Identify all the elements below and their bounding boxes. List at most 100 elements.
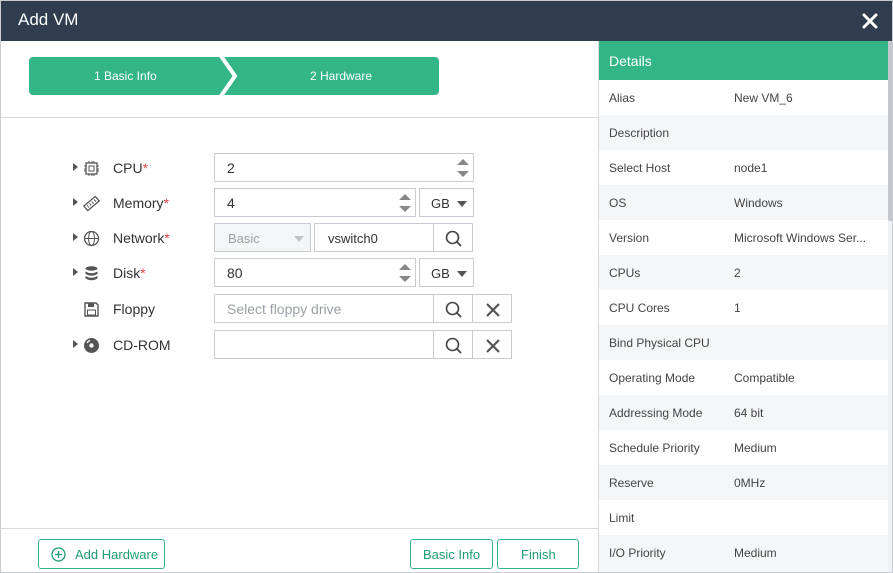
finish-button[interactable]: Finish <box>497 539 579 569</box>
hardware-pane: 1 Basic Info 2 Hardware CPU* 2 Memory* 4… <box>1 41 598 572</box>
memory-label: Memory* <box>113 195 170 211</box>
details-value: Medium <box>734 546 777 560</box>
floppy-icon <box>84 302 99 317</box>
details-row: OS Windows <box>599 185 889 220</box>
cdrom-search-button[interactable] <box>433 330 473 359</box>
scrollbar-thumb[interactable] <box>888 41 892 221</box>
details-key: Alias <box>609 91 636 105</box>
details-key: CPU Cores <box>609 301 670 315</box>
search-icon <box>445 337 462 354</box>
details-key: Description <box>609 126 670 140</box>
details-key: Select Host <box>609 161 671 175</box>
disk-input[interactable]: 80 <box>214 258 416 287</box>
cpu-icon <box>84 161 99 176</box>
stepper-icon[interactable] <box>456 157 470 179</box>
cpu-row: CPU* 2 <box>1 153 598 183</box>
details-key: Addressing Mode <box>609 406 703 420</box>
close-icon <box>486 339 500 353</box>
stepper-icon[interactable] <box>398 262 412 284</box>
details-value: Microsoft Windows Ser... <box>734 231 867 245</box>
details-value: Medium <box>734 441 777 455</box>
details-value: New VM_6 <box>734 91 793 105</box>
network-input[interactable]: vswitch0 <box>314 223 434 252</box>
expand-caret-icon[interactable] <box>73 233 78 241</box>
details-row: Limit <box>599 500 889 535</box>
network-type-select: Basic <box>214 223 311 252</box>
chevron-down-icon <box>294 236 304 242</box>
title-bar: Add VM <box>1 1 892 41</box>
details-value: node1 <box>734 161 768 175</box>
floppy-label: Floppy <box>113 301 156 317</box>
details-value: 2 <box>734 266 741 280</box>
disk-row: Disk* 80 GB <box>1 258 598 288</box>
floppy-clear-button[interactable] <box>472 294 512 323</box>
details-key: CPUs <box>609 266 641 280</box>
dialog-footer: Add Hardware Basic Info Finish <box>1 528 598 572</box>
details-header: Details <box>599 41 892 80</box>
details-key: Reserve <box>609 476 654 490</box>
floppy-input[interactable]: Select floppy drive <box>214 294 434 323</box>
details-key: OS <box>609 196 627 210</box>
memory-input[interactable]: 4 <box>214 188 416 217</box>
memory-row: Memory* 4 GB <box>1 188 598 218</box>
add-vm-dialog: Add VM 1 Basic Info 2 Hardware CPU* 2 Me… <box>0 0 893 573</box>
details-key: Operating Mode <box>609 371 696 385</box>
details-value: Windows <box>734 196 783 210</box>
details-key: I/O Priority <box>609 546 666 560</box>
expand-caret-icon[interactable] <box>73 163 78 171</box>
floppy-row: Floppy Select floppy drive <box>1 294 598 324</box>
details-row: Reserve 0MHz <box>599 465 889 500</box>
details-row: I/O Priority Medium <box>599 535 889 570</box>
details-row: Bind Physical CPU <box>599 325 889 360</box>
details-row: Alias New VM_6 <box>599 80 889 115</box>
details-row: Addressing Mode 64 bit <box>599 395 889 430</box>
cdrom-input[interactable] <box>214 330 434 359</box>
stepper-icon[interactable] <box>398 192 412 214</box>
memory-unit-select[interactable]: GB <box>419 188 474 217</box>
cpu-label: CPU* <box>113 160 149 176</box>
expand-caret-icon[interactable] <box>73 268 78 276</box>
database-icon <box>85 266 98 281</box>
memory-icon <box>83 195 100 212</box>
cdrom-clear-button[interactable] <box>472 330 512 359</box>
globe-icon <box>83 230 100 247</box>
dialog-title: Add VM <box>18 10 79 29</box>
floppy-search-button[interactable] <box>433 294 473 323</box>
disk-unit-select[interactable]: GB <box>419 258 474 287</box>
add-hardware-button[interactable]: Add Hardware <box>38 539 165 569</box>
details-value: 0MHz <box>734 476 766 490</box>
details-value: Compatible <box>734 371 795 385</box>
close-icon[interactable] <box>860 11 880 31</box>
basic-info-button[interactable]: Basic Info <box>410 539 493 569</box>
search-icon <box>445 230 462 247</box>
details-row: Select Host node1 <box>599 150 889 185</box>
cdrom-row: CD-ROM <box>1 330 598 360</box>
details-value: 64 bit <box>734 406 764 420</box>
cdrom-label: CD-ROM <box>113 337 171 353</box>
details-row: Description <box>599 115 889 150</box>
details-key: Bind Physical CPU <box>609 336 710 350</box>
wizard-steps: 1 Basic Info 2 Hardware <box>1 41 598 118</box>
close-icon <box>486 303 500 317</box>
details-row: Operating Mode Compatible <box>599 360 889 395</box>
details-key: Schedule Priority <box>609 441 700 455</box>
details-value: 1 <box>734 301 741 315</box>
step-hardware[interactable]: 2 Hardware <box>310 69 372 83</box>
details-row: Schedule Priority Medium <box>599 430 889 465</box>
details-scrollbar[interactable] <box>888 41 892 572</box>
details-row: CPU Cores 1 <box>599 290 889 325</box>
expand-caret-icon[interactable] <box>73 340 78 348</box>
network-search-button[interactable] <box>433 223 473 252</box>
network-label: Network* <box>113 230 170 246</box>
plus-circle-icon <box>51 547 66 562</box>
chevron-down-icon <box>457 201 467 207</box>
step-basic-info[interactable]: 1 Basic Info <box>94 69 157 83</box>
network-row: Network* Basic vswitch0 <box>1 223 598 253</box>
expand-caret-icon[interactable] <box>73 198 78 206</box>
disc-icon <box>84 338 99 353</box>
details-row: CPUs 2 <box>599 255 889 290</box>
details-key: Version <box>609 231 650 245</box>
cpu-input[interactable]: 2 <box>214 153 474 182</box>
details-row: Version Microsoft Windows Ser... <box>599 220 889 255</box>
details-key: Limit <box>609 511 635 525</box>
